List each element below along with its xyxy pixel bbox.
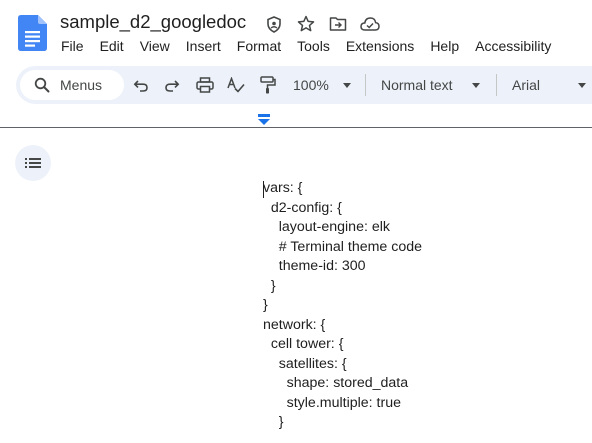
title-icons	[262, 14, 382, 34]
paint-format-button[interactable]	[258, 75, 278, 95]
spellcheck-icon	[227, 77, 245, 93]
text-line: vars: {	[263, 180, 303, 196]
text-line: style.multiple: true	[263, 394, 401, 411]
search-menus-button[interactable]: Menus	[20, 70, 124, 100]
menu-extensions[interactable]: Extensions	[346, 37, 414, 55]
menu-accessibility[interactable]: Accessibility	[475, 37, 551, 55]
text-line: satellites: {	[263, 355, 347, 372]
toolbar-divider	[496, 74, 497, 96]
paragraph-style-select[interactable]: Normal text	[381, 77, 453, 93]
star-icon[interactable]	[294, 14, 318, 34]
outline-list-icon	[25, 158, 41, 168]
font-chevron-down-icon[interactable]	[578, 83, 586, 88]
document-outline-button[interactable]	[15, 145, 51, 181]
text-line: }	[263, 297, 268, 313]
style-chevron-down-icon[interactable]	[472, 83, 480, 88]
undo-icon	[133, 80, 148, 92]
document-body[interactable]: vars: { d2-config: { layout-engine: elk …	[263, 179, 422, 433]
menu-edit[interactable]: Edit	[100, 37, 124, 55]
toolbar-divider	[365, 74, 366, 96]
redo-icon	[165, 80, 180, 92]
text-line: shape: stored_data	[263, 375, 409, 391]
menu-file[interactable]: File	[61, 37, 84, 55]
zoom-chevron-down-icon[interactable]	[343, 83, 351, 88]
text-line: cell tower: {	[263, 336, 344, 352]
document-title[interactable]: sample_d2_googledoc	[60, 11, 246, 33]
text-line: }	[263, 277, 276, 294]
indent-marker-icon[interactable]	[258, 114, 270, 126]
paint-format-icon	[260, 76, 276, 94]
move-folder-icon[interactable]	[326, 14, 350, 34]
cloud-saved-icon[interactable]	[358, 14, 382, 34]
undo-button[interactable]	[131, 75, 151, 95]
zoom-select[interactable]: 100%	[293, 77, 329, 93]
redo-button[interactable]	[162, 75, 182, 95]
menu-tools[interactable]: Tools	[297, 37, 330, 55]
text-line: network: {	[263, 316, 326, 333]
toolbar: Menus 100% Normal text Arial	[16, 66, 592, 104]
search-menus-label: Menus	[60, 77, 103, 93]
text-line: theme-id: 300	[263, 258, 366, 274]
spelling-check-button[interactable]	[226, 75, 246, 95]
print-button[interactable]	[195, 75, 215, 95]
print-icon	[196, 77, 214, 93]
search-icon	[34, 77, 50, 93]
menu-help[interactable]: Help	[430, 37, 459, 55]
text-line: layout-engine: elk	[263, 219, 390, 235]
menu-insert[interactable]: Insert	[186, 37, 221, 55]
text-line: # Terminal theme code	[263, 238, 423, 255]
menu-view[interactable]: View	[140, 37, 170, 55]
ruler-edge	[0, 127, 592, 128]
google-docs-logo[interactable]	[18, 15, 47, 51]
text-line: d2-config: {	[263, 199, 342, 216]
text-line: }	[263, 414, 284, 430]
menu-format[interactable]: Format	[237, 37, 281, 55]
menubar: File Edit View Insert Format Tools Exten…	[61, 37, 567, 55]
font-family-select[interactable]: Arial	[512, 77, 540, 93]
shield-icon[interactable]	[262, 14, 286, 34]
